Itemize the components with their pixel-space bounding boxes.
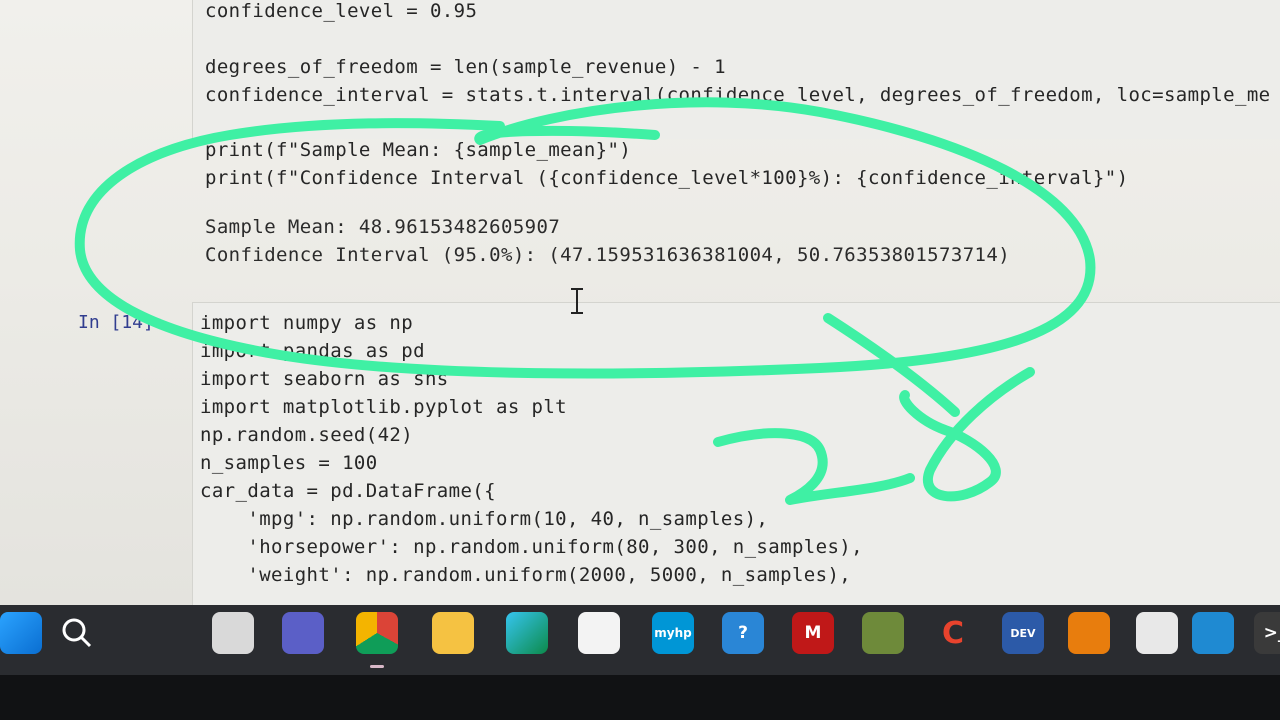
code-line: import seaborn as sns xyxy=(200,368,449,390)
windows-start-icon[interactable] xyxy=(0,612,42,654)
search-icon[interactable] xyxy=(56,612,98,654)
code-line: print(f"Sample Mean: {sample_mean}") xyxy=(205,139,632,161)
myhp-label: myhp xyxy=(654,626,692,640)
terminal-label: >_ xyxy=(1263,623,1280,643)
code-line: print(f"Confidence Interval ({confidence… xyxy=(205,167,1129,189)
jupyter-notebook-screen: confidence_level = 0.95 degrees_of_freed… xyxy=(0,0,1280,605)
code-line: np.random.seed(42) xyxy=(200,424,414,446)
terminal-icon[interactable]: >_ xyxy=(1254,612,1280,654)
output-confidence-interval: Confidence Interval (95.0%): (47.1595316… xyxy=(205,244,1011,266)
code-line: confidence_interval = stats.t.interval(c… xyxy=(205,84,1271,106)
sticky-app-icon[interactable] xyxy=(862,612,904,654)
c-app-label: C xyxy=(941,615,965,651)
get-help-label: ? xyxy=(738,623,748,643)
laptop-bezel xyxy=(0,675,1280,720)
code-line: import pandas as pd xyxy=(200,340,425,362)
mcafee-icon[interactable]: M xyxy=(792,612,834,654)
dev-cpp-icon[interactable]: DEV xyxy=(1002,612,1044,654)
myhp-icon[interactable]: myhp xyxy=(652,612,694,654)
code-line: degrees_of_freedom = len(sample_revenue)… xyxy=(205,56,726,78)
chrome-icon[interactable] xyxy=(356,612,398,668)
python-file-icon[interactable] xyxy=(1136,612,1178,654)
code-line: 'horsepower': np.random.uniform(80, 300,… xyxy=(200,536,863,558)
task-view-icon[interactable] xyxy=(212,612,254,654)
code-line: confidence_level = 0.95 xyxy=(205,0,478,22)
blender-icon[interactable] xyxy=(1068,612,1110,654)
code-line: import numpy as np xyxy=(200,312,414,334)
teams-icon[interactable] xyxy=(282,612,324,654)
vscode-icon[interactable] xyxy=(1192,612,1234,654)
text-cursor-icon xyxy=(571,288,588,314)
code-line: car_data = pd.DataFrame({ xyxy=(200,480,496,502)
code-line: 'mpg': np.random.uniform(10, 40, n_sampl… xyxy=(200,508,769,530)
microsoft-store-icon[interactable] xyxy=(578,612,620,654)
get-help-icon[interactable]: ? xyxy=(722,612,764,654)
output-sample-mean: Sample Mean: 48.96153482605907 xyxy=(205,216,561,238)
code-line: import matplotlib.pyplot as plt xyxy=(200,396,568,418)
code-line: n_samples = 100 xyxy=(200,452,378,474)
mcafee-label: M xyxy=(804,623,822,643)
dev-cpp-label: DEV xyxy=(1010,626,1036,640)
cell-prompt: In [14]: xyxy=(78,312,165,333)
c-app-icon[interactable]: C xyxy=(932,612,974,654)
edge-icon[interactable] xyxy=(506,612,548,654)
code-line: 'weight': np.random.uniform(2000, 5000, … xyxy=(200,564,852,586)
file-explorer-icon[interactable] xyxy=(432,612,474,654)
